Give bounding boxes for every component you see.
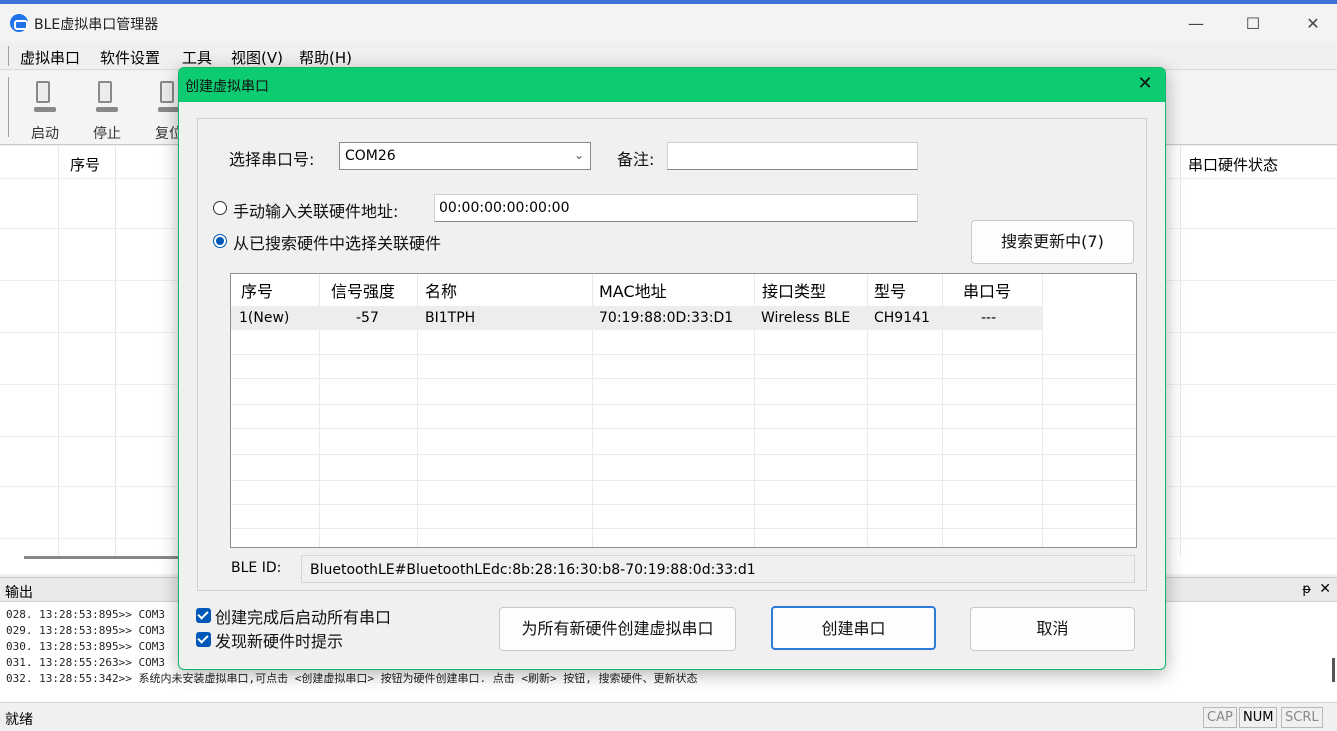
start-all-checkbox[interactable]: [196, 608, 211, 623]
ble-id-label: BLE ID:: [231, 560, 282, 576]
start-button[interactable]: 启动: [22, 77, 68, 142]
stop-label: 停止: [93, 126, 121, 142]
dialog-title-bar: 创建虚拟串口 ✕: [179, 68, 1165, 102]
num-indicator: NUM: [1239, 707, 1278, 728]
log-line: 029. 13:28:53:895>> COM3: [6, 624, 165, 637]
create-port-button[interactable]: 创建串口: [771, 606, 936, 650]
close-button[interactable]: ✕: [1290, 8, 1336, 40]
select-hardware-radio[interactable]: [213, 234, 227, 248]
maximize-button[interactable]: ☐: [1230, 8, 1276, 40]
col-header-signal[interactable]: 信号强度: [331, 278, 395, 302]
port-label: 选择串口号:: [229, 150, 315, 169]
scrl-indicator: SCRL: [1281, 707, 1323, 728]
cell-port: ---: [981, 310, 997, 326]
port-value: COM26: [345, 148, 396, 164]
grid-header-hw-status: 串口硬件状态: [1188, 156, 1279, 174]
log-line: 031. 13:28:55:263>> COM3: [6, 656, 165, 669]
output-close-icon[interactable]: ✕: [1319, 581, 1331, 597]
menu-grip: [8, 46, 10, 66]
col-header-model[interactable]: 型号: [874, 278, 906, 302]
ble-id-field: BluetoothLE#BluetoothLEdc:8b:28:16:30:b8…: [301, 555, 1135, 583]
hardware-table[interactable]: 序号 信号强度 名称 MAC地址 接口类型 型号 串口号 1(New) -57 …: [230, 273, 1137, 548]
cell-signal: -57: [356, 310, 379, 326]
col-header-name[interactable]: 名称: [425, 278, 457, 302]
cancel-button[interactable]: 取消: [970, 607, 1135, 651]
window-title: BLE虚拟串口管理器: [34, 17, 159, 33]
pin-icon[interactable]: ᵽ: [1302, 582, 1311, 597]
start-label: 启动: [31, 126, 59, 142]
menu-software-settings[interactable]: 软件设置: [100, 47, 160, 68]
ble-id-value: BluetoothLE#BluetoothLEdc:8b:28:16:30:b8…: [310, 562, 756, 578]
cell-model: CH9141: [874, 310, 930, 326]
manual-address-input[interactable]: 00:00:00:00:00:00: [434, 194, 918, 222]
stop-device-icon: [96, 79, 118, 113]
notify-checkbox[interactable]: [196, 632, 211, 647]
minimize-button[interactable]: —: [1173, 8, 1219, 40]
grid-header-index: 序号: [70, 156, 101, 174]
start-all-label: 创建完成后启动所有串口: [215, 608, 392, 627]
col-header-port[interactable]: 串口号: [963, 278, 1011, 302]
dialog-title: 创建虚拟串口: [185, 79, 269, 95]
reset-icon: [158, 79, 180, 113]
manual-address-radio[interactable]: [213, 201, 227, 215]
title-bar: BLE虚拟串口管理器 — ☐ ✕: [0, 4, 1337, 42]
output-vertical-scrollbar[interactable]: [1332, 658, 1335, 682]
search-update-button[interactable]: 搜索更新中(7): [971, 220, 1134, 264]
app-icon: [10, 14, 28, 32]
stop-button[interactable]: 停止: [84, 77, 130, 142]
manual-address-value: 00:00:00:00:00:00: [439, 200, 570, 216]
menu-tools[interactable]: 工具: [182, 47, 212, 68]
menu-virtual-port[interactable]: 虚拟串口: [20, 47, 80, 68]
manual-address-label: 手动输入关联硬件地址:: [233, 202, 399, 221]
menu-help[interactable]: 帮助(H): [299, 47, 352, 68]
start-device-icon: [34, 79, 56, 113]
cell-name: BI1TPH: [425, 310, 476, 326]
log-line: 032. 13:28:55:342>> 系统内未安装虚拟串口,可点击 <创建虚拟…: [6, 672, 698, 685]
toolbar-grip: [8, 77, 10, 137]
select-hardware-label: 从已搜索硬件中选择关联硬件: [233, 234, 442, 253]
create-virtual-port-dialog: 创建虚拟串口 ✕ 选择串口号: COM26 ⌄ 备注: 手动输入关联硬件地址: …: [178, 67, 1166, 670]
chevron-down-icon: ⌄: [573, 148, 584, 162]
col-header-mac[interactable]: MAC地址: [599, 278, 667, 302]
cell-interface: Wireless BLE: [761, 310, 851, 326]
notify-label: 发现新硬件时提示: [215, 632, 344, 651]
log-line: 028. 13:28:53:895>> COM3: [6, 608, 165, 621]
cap-indicator: CAP: [1203, 707, 1237, 728]
status-text: 就绪: [5, 712, 33, 728]
horizontal-scrollbar[interactable]: [24, 556, 184, 559]
col-header-index[interactable]: 序号: [241, 278, 273, 302]
status-bar: 就绪 CAP NUM SCRL: [0, 702, 1337, 731]
menu-bar: 虚拟串口 软件设置 工具 视图(V) 帮助(H): [0, 42, 1337, 70]
cell-index: 1(New): [239, 310, 290, 326]
col-header-interface[interactable]: 接口类型: [762, 278, 826, 302]
menu-view[interactable]: 视图(V): [231, 47, 283, 68]
remark-input[interactable]: [667, 142, 918, 170]
create-all-button[interactable]: 为所有新硬件创建虚拟串口: [499, 607, 736, 651]
cell-mac: 70:19:88:0D:33:D1: [599, 310, 734, 326]
log-line: 030. 13:28:53:895>> COM3: [6, 640, 165, 653]
dialog-close-button[interactable]: ✕: [1135, 74, 1155, 94]
output-title: 输出: [5, 585, 33, 601]
remark-label: 备注:: [617, 150, 655, 169]
port-select[interactable]: COM26 ⌄: [339, 142, 591, 170]
